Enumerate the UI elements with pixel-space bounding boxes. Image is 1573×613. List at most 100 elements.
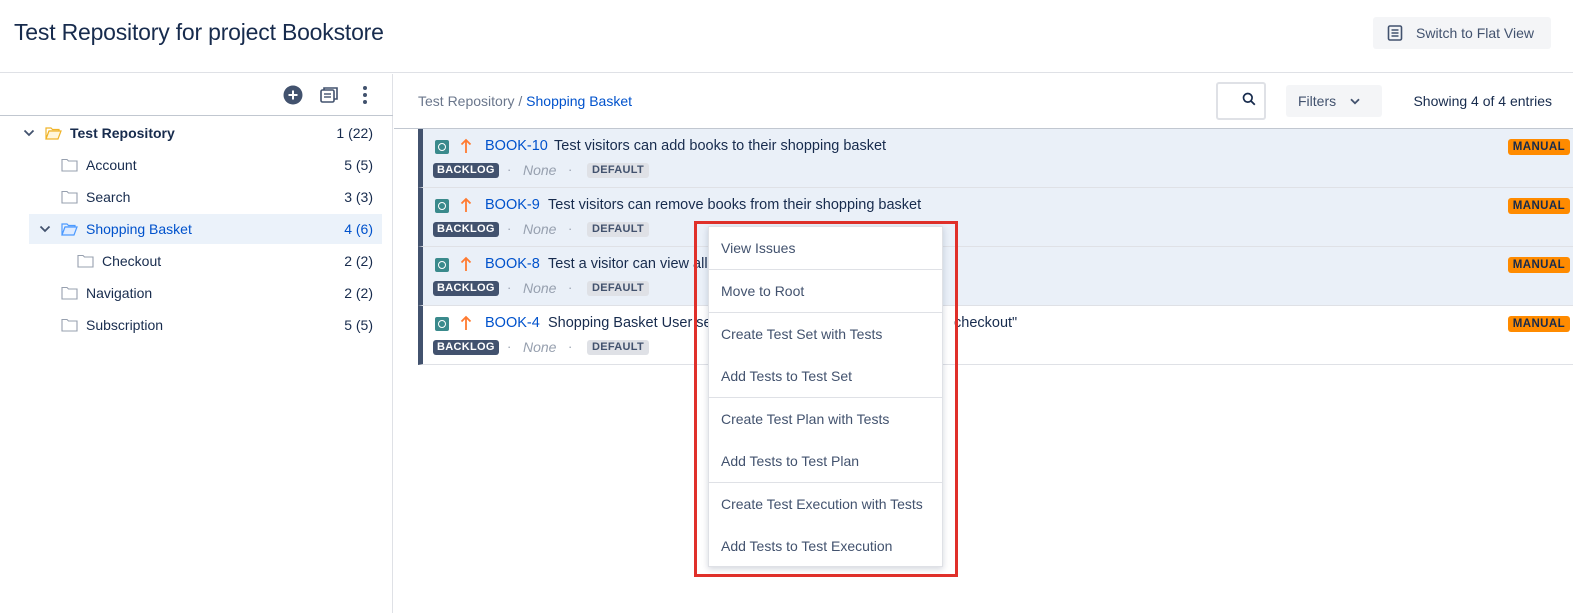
folder-icon xyxy=(61,190,78,204)
issue-none-value: None xyxy=(523,280,557,296)
test-type-badge: MANUAL xyxy=(1507,139,1570,155)
tree-item-label: Test Repository xyxy=(70,125,175,141)
menu-item-create-test-set[interactable]: Create Test Set with Tests xyxy=(709,326,942,342)
priority-arrow-up-icon xyxy=(460,137,472,155)
menu-item-add-to-test-execution[interactable]: Add Tests to Test Execution xyxy=(709,538,942,554)
separator-dot: · xyxy=(568,339,573,354)
menu-divider xyxy=(709,269,942,270)
priority-arrow-up-icon xyxy=(460,314,472,332)
test-type-icon xyxy=(435,140,449,154)
tree-item-checkout[interactable]: Checkout 2 (2) xyxy=(0,246,383,276)
test-type-badge: MANUAL xyxy=(1507,257,1570,273)
search-icon xyxy=(1242,92,1256,111)
search-input[interactable] xyxy=(1216,82,1266,120)
issue-row[interactable]: BOOK-10 Test visitors can add books to t… xyxy=(418,129,1573,188)
collapse-all-icon[interactable] xyxy=(318,84,340,106)
issue-key-link[interactable]: BOOK-4 xyxy=(485,315,540,331)
breadcrumb-root[interactable]: Test Repository xyxy=(418,93,514,109)
filters-label: Filters xyxy=(1298,93,1337,109)
menu-item-create-test-plan[interactable]: Create Test Plan with Tests xyxy=(709,411,942,427)
menu-item-add-to-test-plan[interactable]: Add Tests to Test Plan xyxy=(709,453,942,469)
issue-summary-tail: checkout" xyxy=(954,315,1018,331)
switch-to-flat-view-label: Switch to Flat View xyxy=(1416,25,1535,41)
tree-item-count: 2 (2) xyxy=(344,253,373,269)
separator-dot: · xyxy=(507,280,512,295)
chevron-down-icon xyxy=(1350,98,1360,105)
separator-dot: · xyxy=(507,162,512,177)
tree-item-label: Search xyxy=(86,189,131,205)
tests-list-panel: Test Repository / Shopping Basket Filter… xyxy=(394,74,1573,613)
issue-key-link[interactable]: BOOK-9 xyxy=(485,197,540,213)
test-type-icon xyxy=(435,317,449,331)
switch-to-flat-view-button[interactable]: Switch to Flat View xyxy=(1373,17,1551,49)
dataset-badge: DEFAULT xyxy=(587,222,650,237)
issue-none-value: None xyxy=(523,339,557,355)
issue-key-link[interactable]: BOOK-8 xyxy=(485,256,540,272)
tree-item-count: 5 (5) xyxy=(344,317,373,333)
folder-open-icon xyxy=(45,126,62,140)
status-badge: BACKLOG xyxy=(433,222,499,237)
separator-dot: · xyxy=(568,221,573,236)
tree-divider xyxy=(0,115,393,116)
issue-summary: Test visitors can remove books from thei… xyxy=(548,197,922,213)
tree-item-label: Checkout xyxy=(102,253,162,269)
status-badge: BACKLOG xyxy=(433,340,499,355)
tree-item-navigation[interactable]: Navigation 2 (2) xyxy=(0,278,383,308)
issue-row[interactable]: BOOK-9 Test visitors can remove books fr… xyxy=(418,188,1573,247)
folder-icon xyxy=(61,318,78,332)
folder-icon xyxy=(61,158,78,172)
tree-item-count: 2 (2) xyxy=(344,285,373,301)
folder-open-icon xyxy=(61,222,78,236)
menu-divider xyxy=(709,397,942,398)
page-title: Test Repository for project Bookstore xyxy=(14,19,384,45)
menu-item-create-test-execution[interactable]: Create Test Execution with Tests xyxy=(709,496,942,512)
chevron-down-icon[interactable] xyxy=(38,222,52,236)
dataset-badge: DEFAULT xyxy=(587,281,650,296)
breadcrumb-current[interactable]: Shopping Basket xyxy=(526,93,632,109)
filters-button[interactable]: Filters xyxy=(1286,85,1382,117)
issue-summary: Test visitors can add books to their sho… xyxy=(554,138,887,154)
issue-row[interactable]: BOOK-8 Test a visitor can view all BACKL… xyxy=(418,247,1573,306)
tree-item-count: 3 (3) xyxy=(344,189,373,205)
entries-count: Showing 4 of 4 entries xyxy=(1413,93,1552,109)
issue-key-link[interactable]: BOOK-10 xyxy=(485,138,548,154)
priority-arrow-up-icon xyxy=(460,255,472,273)
tree-item-label: Account xyxy=(86,157,137,173)
test-type-icon xyxy=(435,258,449,272)
separator-dot: · xyxy=(507,339,512,354)
issue-summary: Test a visitor can view all xyxy=(548,256,708,272)
priority-arrow-up-icon xyxy=(460,196,472,214)
tree-item-count: 5 (5) xyxy=(344,157,373,173)
tree-item-label: Subscription xyxy=(86,317,164,333)
separator-dot: · xyxy=(568,280,573,295)
menu-item-view-issues[interactable]: View Issues xyxy=(709,240,942,256)
context-menu: View Issues Move to Root Create Test Set… xyxy=(708,226,943,567)
tree-item-shopping-basket[interactable]: Shopping Basket 4 (6) xyxy=(29,214,382,244)
menu-item-add-to-test-set[interactable]: Add Tests to Test Set xyxy=(709,368,942,384)
issue-summary: Shopping Basket User se xyxy=(548,315,712,331)
issue-row[interactable]: BOOK-4 Shopping Basket User se checkout"… xyxy=(418,306,1573,365)
dataset-badge: DEFAULT xyxy=(587,163,650,178)
breadcrumb: Test Repository / Shopping Basket xyxy=(418,93,632,109)
tree-item-label: Shopping Basket xyxy=(86,221,192,237)
chevron-down-icon[interactable] xyxy=(22,126,36,140)
menu-divider xyxy=(709,312,942,313)
issue-none-value: None xyxy=(523,162,557,178)
tree-item-test-repository[interactable]: Test Repository 1 (22) xyxy=(0,118,383,148)
tree-item-search[interactable]: Search 3 (3) xyxy=(0,182,383,212)
menu-item-move-to-root[interactable]: Move to Root xyxy=(709,283,942,299)
folder-icon xyxy=(61,286,78,300)
test-type-badge: MANUAL xyxy=(1507,316,1570,332)
tree-item-subscription[interactable]: Subscription 5 (5) xyxy=(0,310,383,340)
test-type-badge: MANUAL xyxy=(1507,198,1570,214)
folder-icon xyxy=(77,254,94,268)
more-vertical-icon[interactable] xyxy=(354,84,376,106)
tree-item-label: Navigation xyxy=(86,285,153,301)
issue-none-value: None xyxy=(523,221,557,237)
folder-tree-panel: Test Repository 1 (22) Account 5 (5) Sea… xyxy=(0,74,393,613)
menu-divider xyxy=(709,482,942,483)
status-badge: BACKLOG xyxy=(433,163,499,178)
breadcrumb-separator: / xyxy=(518,93,523,109)
add-folder-icon[interactable] xyxy=(282,84,304,106)
tree-item-account[interactable]: Account 5 (5) xyxy=(0,150,383,180)
